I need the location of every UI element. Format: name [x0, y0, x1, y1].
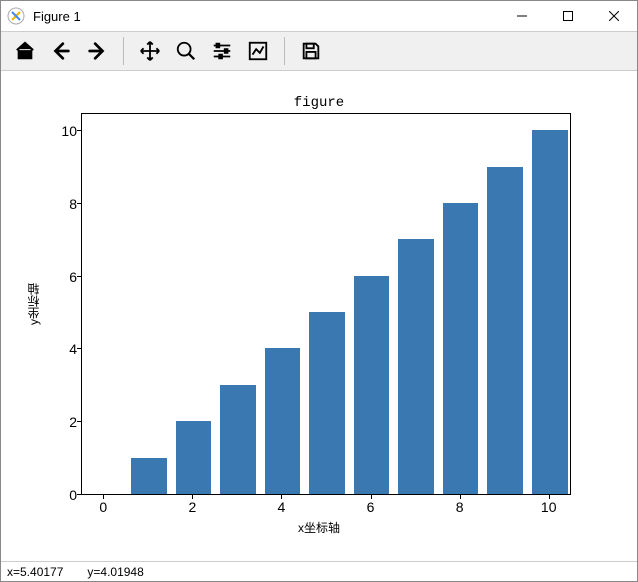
bar — [487, 167, 523, 494]
back-button[interactable] — [45, 35, 77, 67]
y-tick-label: 2 — [7, 414, 77, 430]
save-button[interactable] — [295, 35, 327, 67]
bar — [176, 421, 212, 494]
configure-button[interactable] — [206, 35, 238, 67]
x-ticks: 0 2 4 6 8 10 — [81, 495, 571, 519]
bar — [309, 312, 345, 494]
chart-title: figure — [1, 95, 637, 111]
bar — [443, 203, 479, 494]
cursor-y: y=4.01948 — [87, 565, 143, 579]
x-tick-label: 6 — [367, 499, 375, 515]
bar — [398, 239, 434, 494]
bar — [532, 130, 568, 494]
toolbar — [1, 31, 637, 71]
statusbar: x=5.40177 y=4.01948 — [1, 561, 637, 581]
bar — [354, 276, 390, 494]
close-button[interactable] — [591, 1, 637, 31]
maximize-button[interactable] — [545, 1, 591, 31]
y-tick-label: 0 — [7, 487, 77, 503]
x-tick-label: 0 — [99, 499, 107, 515]
pan-button[interactable] — [134, 35, 166, 67]
y-tick-label: 10 — [7, 123, 77, 139]
forward-button[interactable] — [81, 35, 113, 67]
edit-button[interactable] — [242, 35, 274, 67]
minimize-button[interactable] — [499, 1, 545, 31]
home-button[interactable] — [9, 35, 41, 67]
y-tick-label: 6 — [7, 269, 77, 285]
x-tick-label: 8 — [456, 499, 464, 515]
plot-area — [81, 113, 571, 495]
bar — [265, 348, 301, 494]
x-tick-label: 2 — [188, 499, 196, 515]
y-tick-label: 8 — [7, 196, 77, 212]
x-tick-label: 4 — [278, 499, 286, 515]
y-ticks: 0246810 — [1, 113, 81, 495]
figure-canvas[interactable]: figure y坐标轴 0246810 0246810 x坐标轴 — [1, 71, 637, 561]
x-axis-label: x坐标轴 — [1, 519, 637, 536]
cursor-x: x=5.40177 — [7, 565, 63, 579]
zoom-button[interactable] — [170, 35, 202, 67]
bar — [220, 385, 256, 494]
window-titlebar: Figure 1 — [1, 1, 637, 31]
x-tick-label: 10 — [541, 499, 557, 515]
toolbar-separator — [284, 37, 285, 65]
toolbar-separator — [123, 37, 124, 65]
bar — [131, 458, 167, 494]
app-icon — [7, 7, 25, 25]
window-title: Figure 1 — [33, 9, 81, 24]
y-tick-label: 4 — [7, 341, 77, 357]
